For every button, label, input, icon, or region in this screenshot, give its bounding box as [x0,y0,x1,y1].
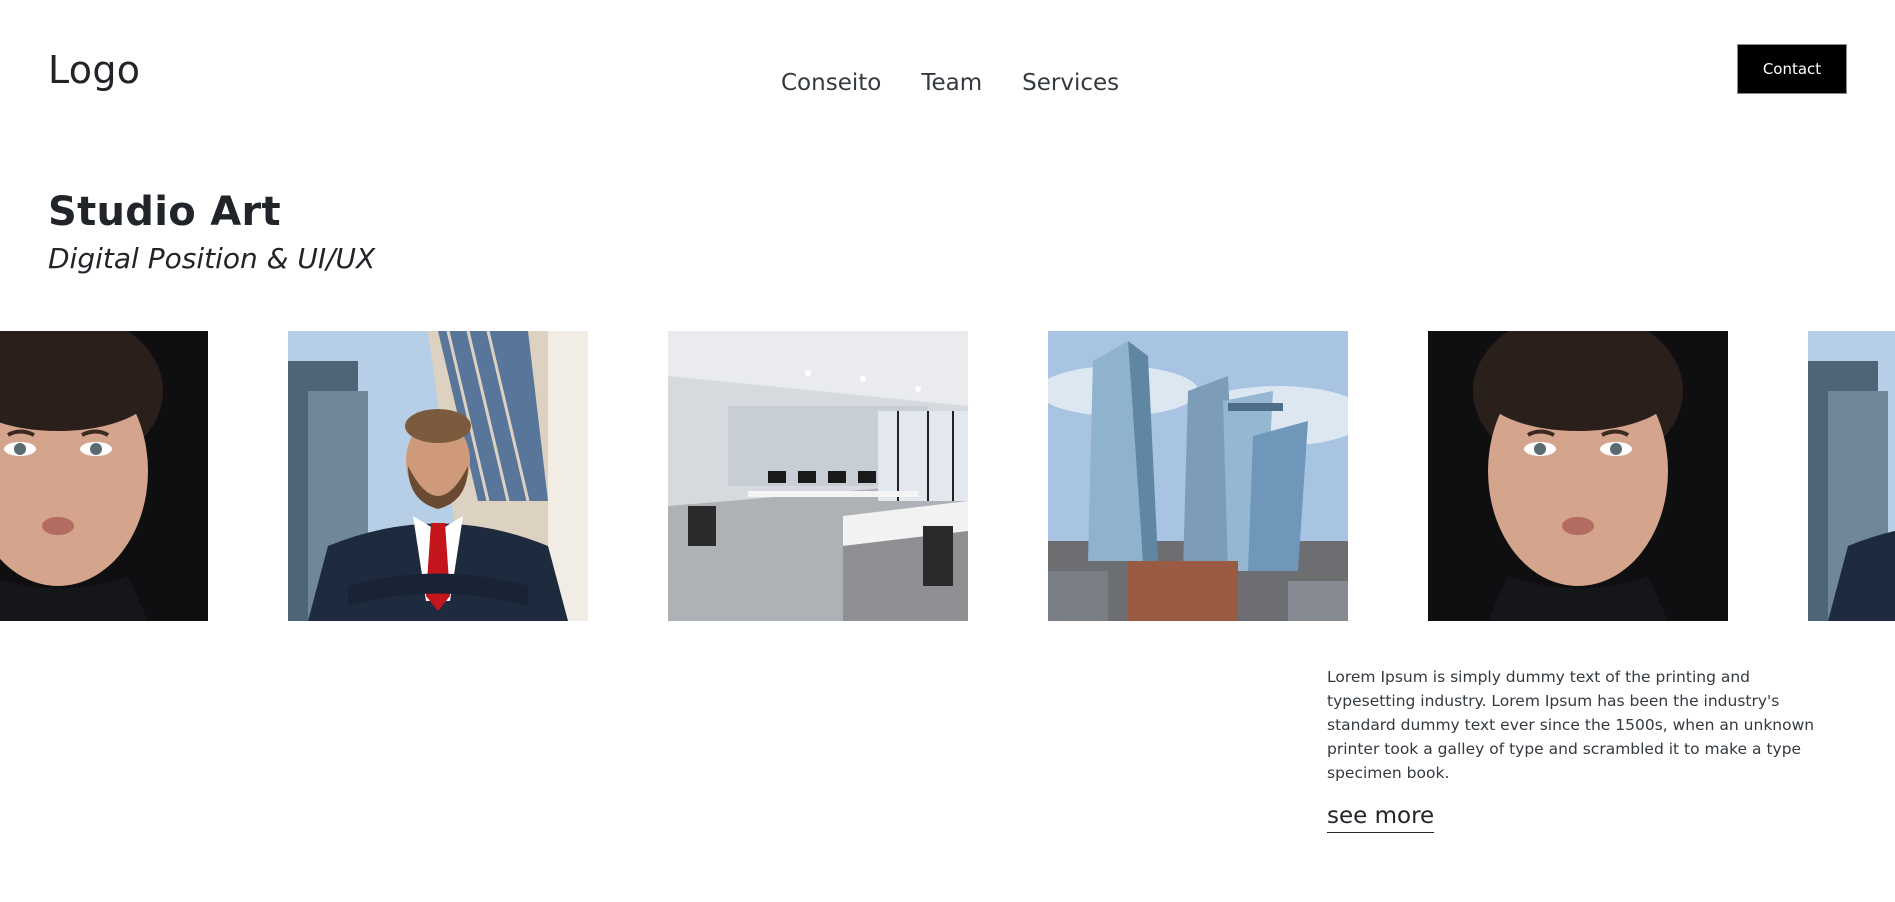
main-nav: Conseito Team Services [781,70,1119,96]
page-title: Studio Art [48,189,281,235]
businessman-image[interactable] [288,331,588,621]
page: Logo Conseito Team Services Contact Stud… [0,0,1895,902]
see-more-link[interactable]: see more [1327,803,1435,833]
nav-item-services[interactable]: Services [1022,70,1119,96]
woman-portrait-image-2[interactable] [1428,331,1728,621]
logo[interactable]: Logo [48,48,140,92]
woman-portrait-image[interactable] [0,331,208,621]
page-subtitle: Digital Position & UI/UX [48,242,376,275]
nav-item-conseito[interactable]: Conseito [781,70,881,96]
skyscrapers-image[interactable] [1048,331,1348,621]
nav-item-team[interactable]: Team [921,70,982,96]
description-text: Lorem Ipsum is simply dummy text of the … [1327,668,1815,782]
businessman-image-2[interactable] [1808,331,1895,621]
contact-button[interactable]: Contact [1737,44,1847,94]
office-interior-image[interactable] [668,331,968,621]
image-carousel[interactable] [0,331,1895,621]
